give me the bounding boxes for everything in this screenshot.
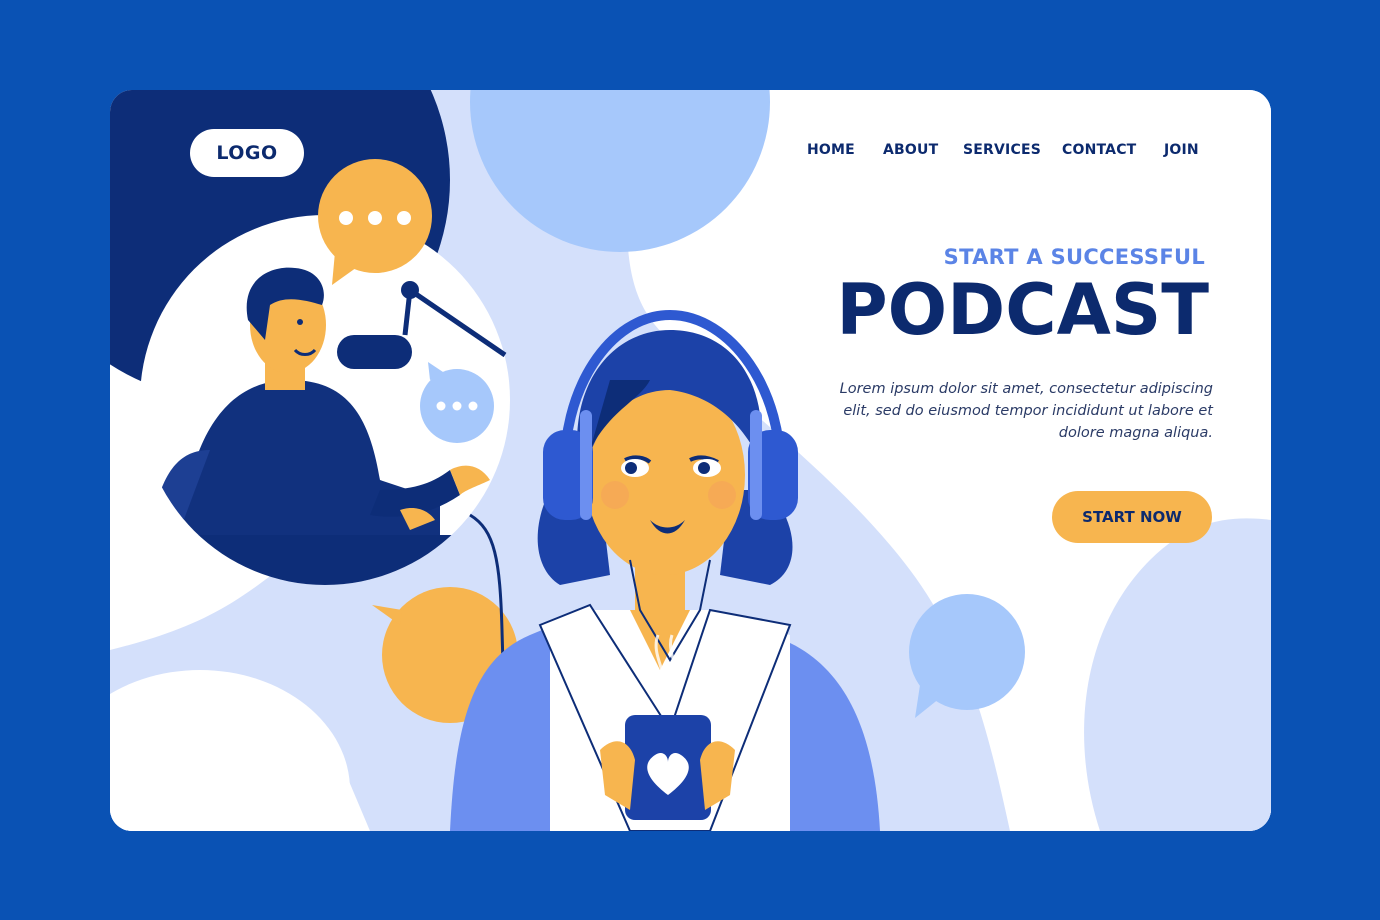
hero-headline: PODCAST <box>836 269 1209 351</box>
nav-link-services[interactable]: SERVICES <box>963 142 1041 158</box>
nav-link-join[interactable]: JOIN <box>1164 142 1199 158</box>
hero-description: Lorem ipsum dolor sit amet, consectetur … <box>839 381 1213 441</box>
hero-illustration <box>110 90 1271 831</box>
main-nav: HOME ABOUT SERVICES CONTACT JOIN <box>110 142 1271 164</box>
nav-link-about[interactable]: ABOUT <box>883 142 938 158</box>
hero-tagline: START A SUCCESSFUL <box>943 245 1205 269</box>
nav-link-contact[interactable]: CONTACT <box>1062 142 1136 158</box>
landing-card: LOGO HOME ABOUT SERVICES CONTACT JOIN ST… <box>110 90 1271 831</box>
start-now-button[interactable]: START NOW <box>1052 491 1212 543</box>
nav-link-home[interactable]: HOME <box>807 142 855 158</box>
